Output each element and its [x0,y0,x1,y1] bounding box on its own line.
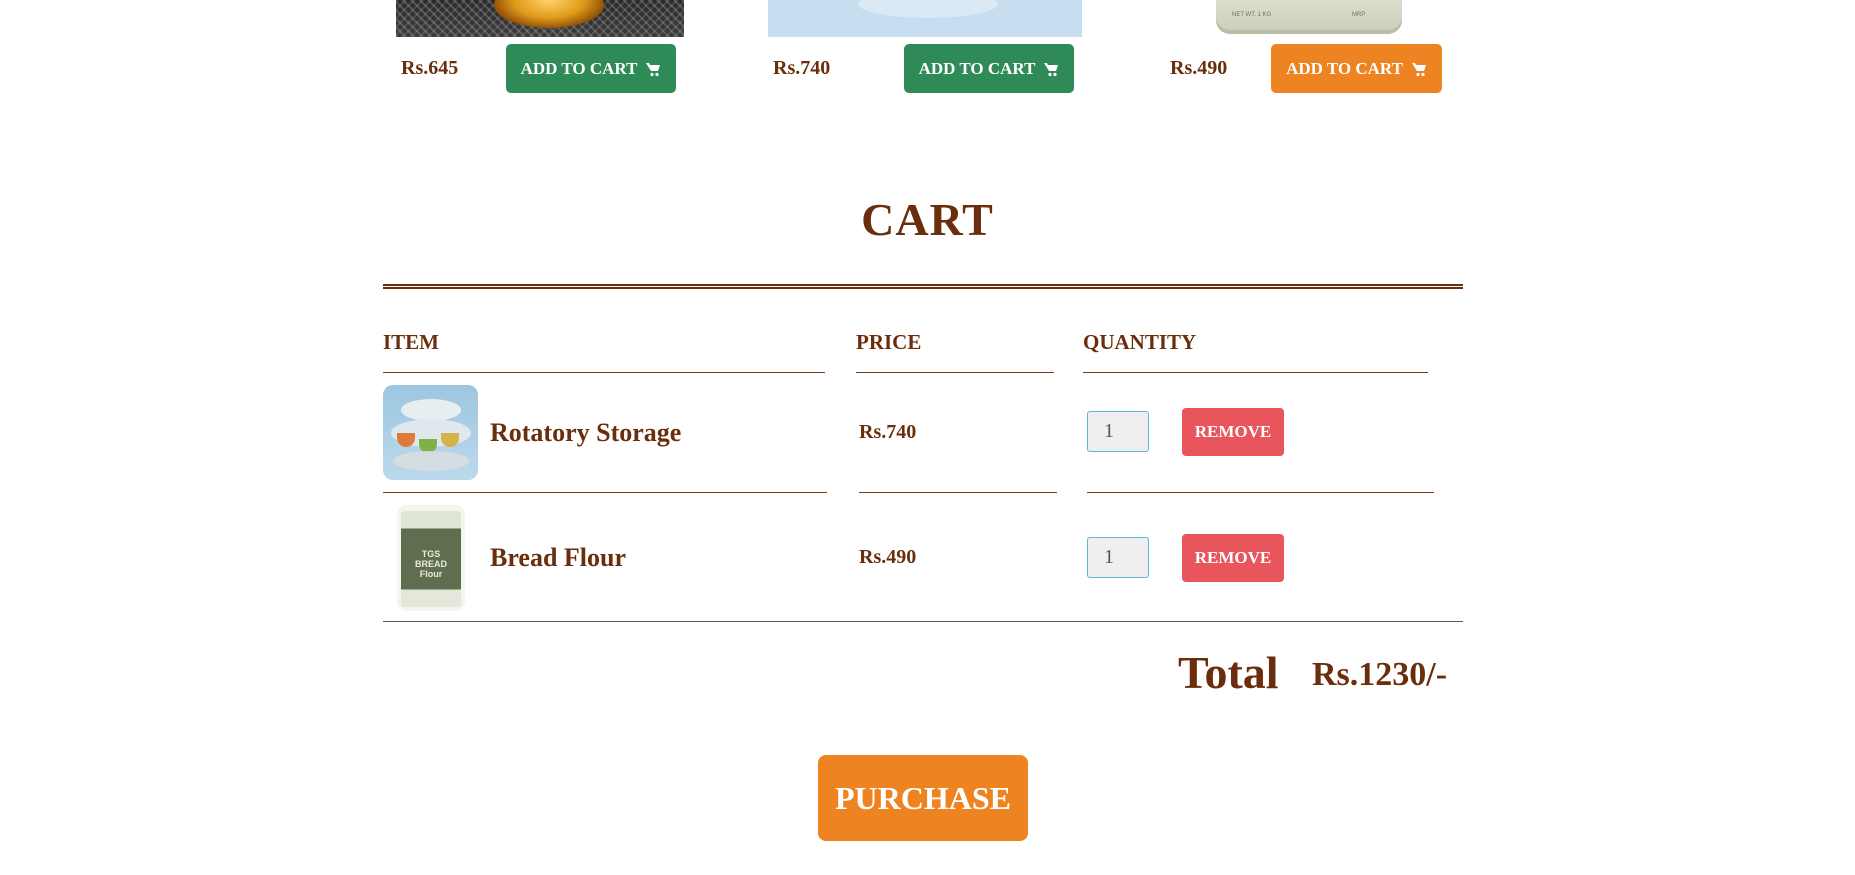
purchase-button[interactable]: PURCHASE [818,755,1028,841]
cart-item-price: Rs.490 [859,546,917,568]
cart-item-price: Rs.740 [859,421,917,443]
header-quantity: QUANTITY [1083,330,1197,354]
cart-item-name: Bread Flour [490,543,627,572]
add-to-cart-button[interactable]: ADD TO CART [506,44,676,93]
quantity-input[interactable] [1087,537,1149,578]
add-to-cart-button[interactable]: ADD TO CART [1271,44,1442,93]
cart-item-image [383,385,478,480]
cart-title: CART [861,194,994,245]
header-underline [1083,372,1428,373]
total-value: Rs.1230/- [1312,656,1448,693]
remove-button[interactable]: REMOVE [1182,534,1284,582]
product-image-3: NET WT. 1 KG MRP [1216,0,1402,37]
cart-item-image: TGS BREAD Flour [397,505,465,611]
cart-title-divider [383,284,1463,289]
add-to-cart-label: ADD TO CART [1286,58,1403,78]
add-to-cart-button[interactable]: ADD TO CART [904,44,1074,93]
quantity-input[interactable] [1087,411,1149,452]
add-to-cart-label: ADD TO CART [918,58,1036,78]
product-price: Rs.645 [401,57,459,79]
header-price: PRICE [856,330,922,354]
product-price: Rs.490 [1170,57,1228,79]
cart-item-name: Rotatory Storage [490,418,682,447]
row-divider [1087,492,1434,493]
shopping-cart-icon [1411,62,1426,76]
shopping-cart-icon [1044,62,1059,76]
total-label: Total [1178,647,1279,698]
remove-button[interactable]: REMOVE [1182,408,1284,456]
cart-bottom-divider [383,621,1463,622]
row-divider [859,492,1057,493]
product-image-1 [396,0,684,37]
header-item: ITEM [383,330,440,354]
add-to-cart-label: ADD TO CART [520,58,638,78]
product-image-2 [768,0,1082,37]
header-underline [383,372,825,373]
shopping-cart-icon [646,62,661,76]
row-divider [383,492,827,493]
header-underline [856,372,1054,373]
product-price: Rs.740 [773,57,831,79]
